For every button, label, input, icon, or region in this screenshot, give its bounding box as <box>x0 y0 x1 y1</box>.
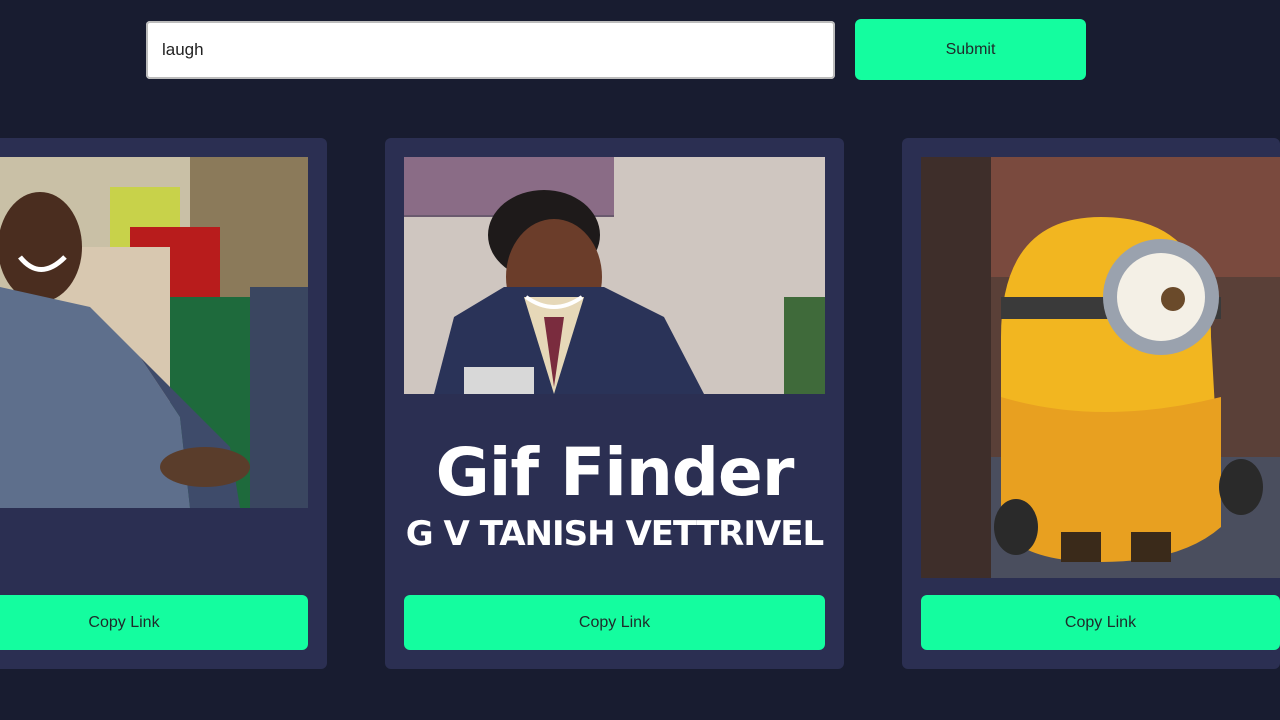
gif-image-laughing-man-sitting <box>0 157 308 508</box>
page-title: Gif Finder <box>435 434 795 511</box>
gif-image-minion <box>921 157 1280 578</box>
copy-link-button[interactable]: Copy Link <box>921 595 1280 650</box>
author-name: G V TANISH VETTRIVEL <box>405 514 824 554</box>
submit-button[interactable]: Submit <box>855 19 1086 80</box>
gif-card: Gif Finder G V TANISH VETTRIVEL Copy Lin… <box>385 138 844 669</box>
gif-finder-app: Submit Copy Link <box>0 0 1280 720</box>
gif-card: Copy Link <box>902 138 1280 669</box>
search-input[interactable] <box>146 21 835 79</box>
copy-link-button[interactable]: Copy Link <box>404 595 825 650</box>
gif-card: Copy Link <box>0 138 327 669</box>
copy-link-button[interactable]: Copy Link <box>0 595 308 650</box>
gif-image-laughing-man-in-suit <box>404 157 825 394</box>
